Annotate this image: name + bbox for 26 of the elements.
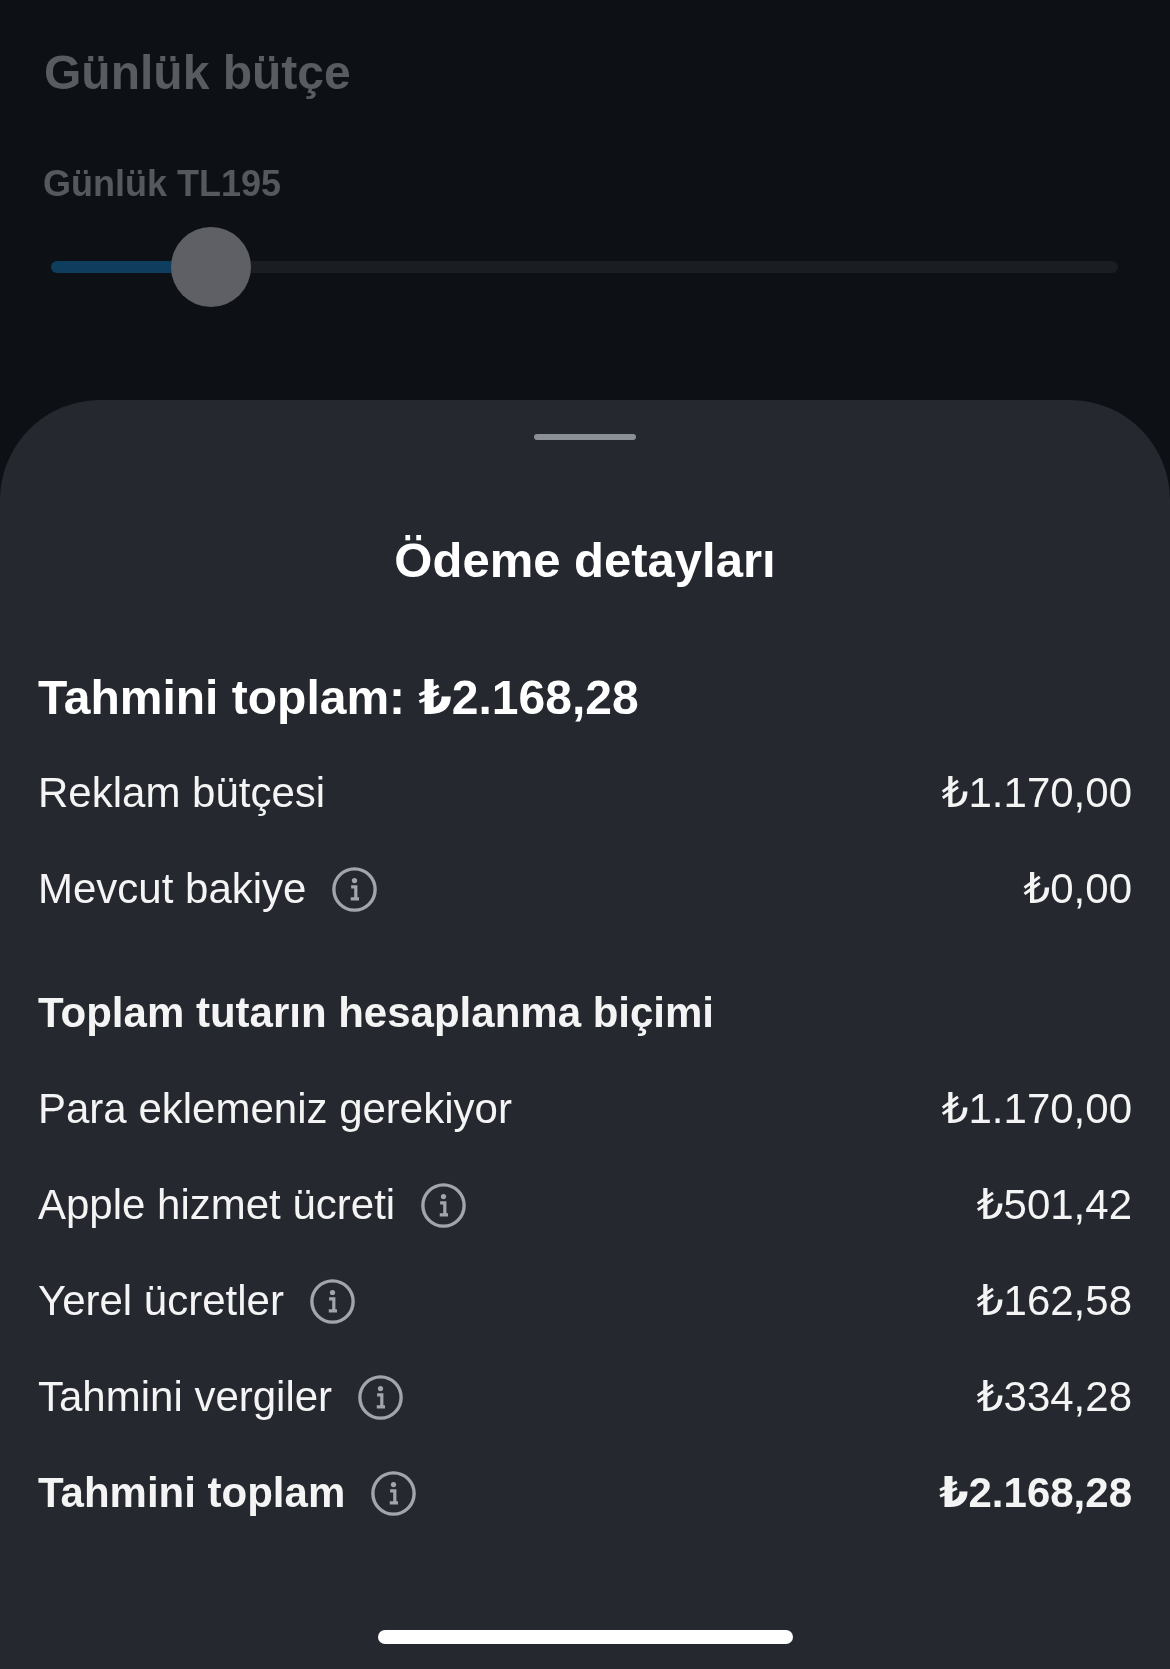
line-label: Para eklemeniz gerekiyor	[38, 1084, 512, 1134]
screen-title: Günlük bütçe	[44, 45, 351, 101]
line-label: Mevcut bakiye	[38, 864, 307, 914]
info-icon[interactable]	[309, 1278, 355, 1324]
line-label: Tahmini toplam	[38, 1468, 346, 1518]
drag-handle[interactable]	[534, 434, 636, 440]
line-label: Reklam bütçesi	[38, 768, 326, 818]
estimated-total-summary: Tahmini toplam: ₺2.168,28	[38, 670, 639, 726]
slider-track[interactable]	[51, 227, 1118, 307]
slider-label: Günlük TL195	[43, 163, 282, 205]
line-amount: ₺162,58	[976, 1276, 1132, 1326]
info-icon[interactable]	[358, 1374, 404, 1420]
info-icon[interactable]	[332, 866, 378, 912]
info-icon[interactable]	[371, 1470, 417, 1516]
line-amount: ₺1.170,00	[941, 1084, 1132, 1134]
line-label: Tahmini vergiler	[38, 1372, 333, 1422]
line-amount: ₺1.170,00	[941, 768, 1132, 818]
line-amount: ₺334,28	[976, 1372, 1132, 1422]
line-label: Yerel ücretler	[38, 1276, 284, 1326]
line-amount: ₺0,00	[1023, 864, 1132, 914]
line-amount: ₺2.168,28	[939, 1468, 1132, 1518]
section-heading: Toplam tutarın hesaplanma biçimi	[38, 988, 715, 1038]
sheet-title: Ödeme detayları	[394, 532, 776, 589]
line-label: Apple hizmet ücreti	[38, 1180, 396, 1230]
line-amount: ₺501,42	[976, 1180, 1132, 1230]
info-icon[interactable]	[421, 1182, 467, 1228]
